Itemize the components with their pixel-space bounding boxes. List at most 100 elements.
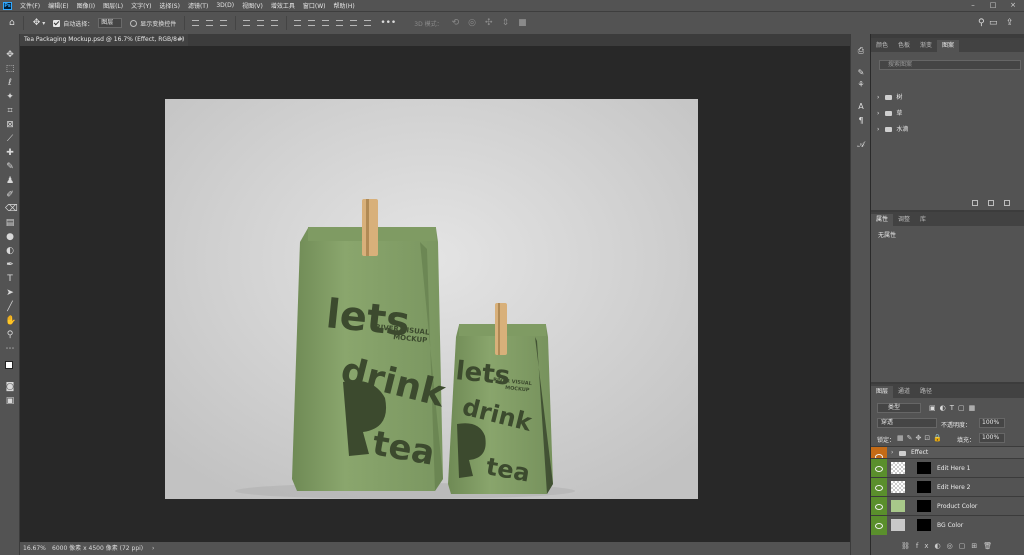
menu-window[interactable]: 窗口(W)	[303, 1, 326, 10]
marquee-tool-icon[interactable]: ⬚	[5, 64, 15, 74]
new-group-icon[interactable]	[972, 200, 978, 206]
workspace-icon[interactable]: ▭	[989, 18, 998, 28]
glyphs-icon[interactable]: 𝒜	[856, 140, 866, 150]
document-canvas[interactable]: lets RIVER VISUAL MOCKUP drink tea lets …	[165, 99, 698, 499]
hand-tool-icon[interactable]: ✋	[5, 316, 16, 326]
layers-footer-icons[interactable]: ⛓fx◐◎▢⊞🗑	[901, 542, 998, 550]
distribute-icon[interactable]	[294, 20, 302, 26]
auto-select-dropdown[interactable]: 图层	[98, 18, 123, 28]
history-brush-icon[interactable]: ✐	[5, 190, 15, 200]
align-middle-icon[interactable]	[257, 20, 265, 26]
chevron-right-icon[interactable]: ›	[891, 449, 893, 456]
brush-settings-icon[interactable]: ✎	[856, 68, 866, 78]
share-icon[interactable]: ⇪	[1006, 18, 1014, 28]
dodge-tool-icon[interactable]: ◐	[5, 246, 15, 256]
canvas-area[interactable]: lets RIVER VISUAL MOCKUP drink tea lets …	[20, 46, 850, 542]
align-right-icon[interactable]	[220, 20, 228, 26]
more-options-icon[interactable]: •••	[380, 18, 396, 28]
opacity-input[interactable]: 100%	[979, 418, 1005, 428]
layer-row-bg-color[interactable]: BG Color	[871, 515, 1024, 535]
frame-tool-icon[interactable]: ⊠	[5, 120, 15, 130]
character-icon[interactable]: A	[856, 102, 866, 112]
tab-patterns[interactable]: 图案	[937, 40, 960, 52]
menu-select[interactable]: 选择(S)	[159, 1, 180, 10]
minimize-icon[interactable]: –	[966, 0, 980, 11]
gradient-tool-icon[interactable]: ▤	[5, 218, 15, 228]
healing-brush-icon[interactable]: ✚	[5, 148, 15, 158]
tab-properties[interactable]: 属性	[871, 214, 894, 226]
distribute-icon[interactable]	[308, 20, 316, 26]
tab-gradients[interactable]: 渐变	[915, 40, 937, 52]
align-bottom-icon[interactable]	[271, 20, 279, 26]
menu-layer[interactable]: 图层(L)	[103, 1, 123, 10]
paragraph-icon[interactable]: ¶	[856, 116, 866, 126]
menu-type[interactable]: 文字(Y)	[131, 1, 151, 10]
layer-row-effect[interactable]: › Effect	[871, 446, 1024, 460]
magic-wand-icon[interactable]: ✦	[5, 92, 15, 102]
maximize-icon[interactable]: □	[986, 0, 1000, 11]
path-select-icon[interactable]: ➤	[5, 288, 15, 298]
history-icon[interactable]: ⎙	[856, 46, 866, 56]
3d-roll-icon[interactable]: ◎	[468, 18, 476, 28]
lasso-tool-icon[interactable]: ℓ	[5, 78, 15, 88]
menu-view[interactable]: 视图(V)	[242, 1, 263, 10]
fill-input[interactable]: 100%	[979, 433, 1005, 443]
blur-tool-icon[interactable]: ●	[5, 232, 15, 242]
tab-libraries[interactable]: 库	[915, 214, 931, 226]
close-window-icon[interactable]: ×	[1006, 0, 1020, 11]
crop-tool-icon[interactable]: ⌗	[5, 106, 15, 116]
move-tool-icon[interactable]: ✥	[5, 50, 15, 60]
visibility-eye-icon[interactable]	[871, 497, 887, 516]
show-transform-checkbox[interactable]	[130, 19, 138, 27]
stamp-tool-icon[interactable]: ♟	[5, 176, 15, 186]
home-icon[interactable]: ⌂	[9, 18, 15, 28]
layer-filter-icons[interactable]: ▣◐T▢▦	[929, 404, 979, 412]
line-tool-icon[interactable]: ╱	[5, 302, 15, 312]
layer-row-edit-here-1[interactable]: Edit Here 1	[871, 458, 1024, 478]
menu-help[interactable]: 帮助(H)	[334, 1, 355, 10]
chevron-down-icon[interactable]: ▾	[42, 20, 45, 27]
status-expand-icon[interactable]: ›	[152, 542, 154, 555]
3d-drag-icon[interactable]: ✣	[485, 18, 493, 28]
tab-layers[interactable]: 图层	[871, 386, 894, 398]
menu-image[interactable]: 图像(I)	[77, 1, 95, 10]
3d-slide-icon[interactable]: ⇕	[502, 18, 510, 28]
menu-edit[interactable]: 编辑(E)	[48, 1, 68, 10]
eyedropper-icon[interactable]: ⟋	[5, 134, 15, 144]
zoom-level[interactable]: 16.67%	[23, 542, 46, 555]
eraser-tool-icon[interactable]: ⌫	[5, 204, 18, 214]
distribute-icon[interactable]	[336, 20, 344, 26]
foreground-color-swatch[interactable]	[5, 361, 13, 369]
quick-mask-icon[interactable]: ◙	[5, 382, 15, 392]
layer-row-edit-here-2[interactable]: Edit Here 2	[871, 477, 1024, 497]
distribute-icon[interactable]	[350, 20, 358, 26]
auto-select-checkbox[interactable]	[53, 19, 61, 27]
menu-file[interactable]: 文件(F)	[20, 1, 40, 10]
menu-3d[interactable]: 3D(D)	[216, 2, 234, 9]
visibility-eye-icon[interactable]	[871, 459, 887, 478]
pen-tool-icon[interactable]: ✒	[5, 260, 15, 270]
pattern-search-input[interactable]: 搜索图案	[879, 60, 1021, 70]
tab-color[interactable]: 颜色	[871, 40, 893, 52]
3d-camera-icon[interactable]: ■	[518, 18, 527, 28]
zoom-tool-icon[interactable]: ⚲	[5, 330, 15, 340]
layer-row-product-color[interactable]: Product Color	[871, 496, 1024, 516]
brush-tool-icon[interactable]: ✎	[5, 162, 15, 172]
pattern-folder-water[interactable]: › 水滴	[877, 124, 908, 136]
new-pattern-icon[interactable]	[988, 200, 994, 206]
screen-mode-icon[interactable]: ▣	[5, 396, 15, 406]
trash-icon[interactable]	[1004, 200, 1010, 206]
3d-rotate-icon[interactable]: ⟲	[452, 18, 460, 28]
lock-icons[interactable]: ▦✎✥⊡🔒	[897, 434, 945, 442]
pattern-folder-tree[interactable]: › 树	[877, 92, 902, 104]
move-tool-icon[interactable]: ✥	[33, 18, 41, 28]
distribute-icon[interactable]	[364, 20, 372, 26]
type-tool-icon[interactable]: T	[5, 274, 15, 284]
align-top-icon[interactable]	[243, 20, 251, 26]
visibility-eye-icon[interactable]	[871, 516, 887, 535]
tab-paths[interactable]: 路径	[915, 386, 937, 398]
menu-plugins[interactable]: 增效工具	[271, 1, 295, 10]
align-center-icon[interactable]	[206, 20, 214, 26]
more-tools-icon[interactable]: ⋯	[5, 344, 15, 354]
close-tab-icon[interactable]: ×	[179, 34, 184, 46]
